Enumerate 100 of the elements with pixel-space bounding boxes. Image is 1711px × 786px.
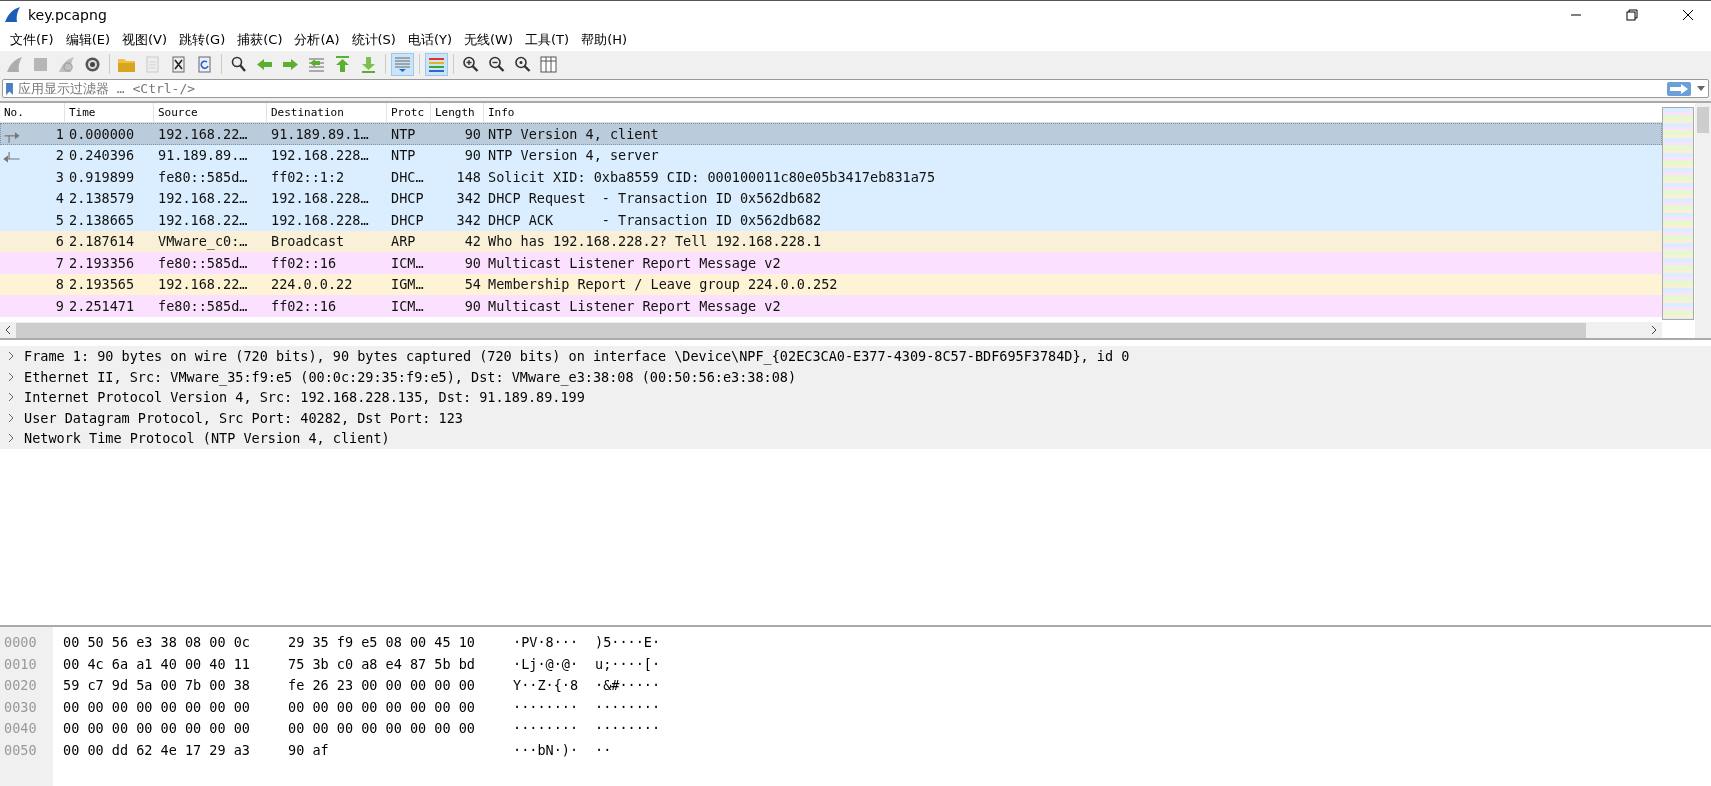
packet-row[interactable]: 4 2.138579 192.168.22… 192.168.228… DHCP 342 DHCP Request - Transaction ID 0x562db682 [0, 187, 1662, 209]
menu-item[interactable]: 帮助(H) [575, 31, 634, 49]
packet-row[interactable]: 2 0.240396 91.189.89.… 192.168.228… NTP 90 NTP Version 4, server [0, 144, 1662, 166]
table-cell-text: NTP Version 4, server [487, 147, 660, 164]
autoscroll-icon [393, 54, 412, 74]
table-cell-text: 2.138579 [68, 190, 136, 207]
expand-icon[interactable] [7, 412, 15, 423]
scroll-right-icon[interactable] [1651, 325, 1657, 335]
menu-item[interactable]: 工具(T) [519, 31, 576, 49]
menu-item[interactable]: 统计(S) [345, 31, 402, 49]
reload-icon [195, 54, 214, 74]
table-cell-text: 192.168.228… [270, 190, 370, 207]
table-cell-text: 90 [463, 125, 482, 142]
menu-item[interactable]: 文件(F) [4, 31, 60, 49]
table-cell-text: Membership Report / Leave group 224.0.0.252 [487, 276, 839, 293]
column-header[interactable]: Time [65, 103, 154, 122]
packet-minimap[interactable] [1662, 107, 1694, 320]
table-cell: 7 [55, 254, 64, 271]
menu-item[interactable]: 编辑(E) [59, 31, 116, 49]
column-header[interactable]: Length [431, 103, 484, 122]
tree-item[interactable]: Network Time Protocol (NTP Version 4, client) [0, 428, 1711, 449]
table-cell: 9 [55, 297, 64, 314]
close-icon [1682, 9, 1694, 21]
dropdown-caret-icon[interactable] [1697, 86, 1705, 91]
horizontal-scrollbar[interactable] [0, 322, 1662, 338]
table-cell-text: 192.168.22… [157, 276, 249, 293]
table-cell-text: Who has 192.168.228.2? Tell 192.168.228.1 [487, 233, 823, 250]
table-cell-text: DHCP [390, 211, 425, 228]
table-cell-text: DHCP [390, 190, 425, 207]
search-icon [229, 54, 248, 74]
packet-row[interactable]: 7 2.193356 fe80::585d… ff02::16 ICM… 90 Multicast Listener Report Message v2 [0, 252, 1662, 274]
hex-bytes: 00 50 56 e3 38 08 00 0c [63, 633, 251, 652]
menu-item[interactable]: 跳转(G) [173, 31, 232, 49]
table-cell-text: 192.168.22… [157, 190, 249, 207]
table-cell-text: 192.168.228… [270, 211, 370, 228]
tree-item[interactable]: Frame 1: 90 bytes on wire (720 bits), 90 bytes captured (720 bits) on interface \Device\NPF_{02EC3CA0-E377-4309-8C57-BDF695F3784D}, id 0 [0, 346, 1711, 367]
scroll-left-icon[interactable] [5, 325, 11, 335]
tree-item[interactable]: Internet Protocol Version 4, Src: 192.168.228.135, Dst: 91.189.89.199 [0, 387, 1711, 408]
column-header[interactable]: No. [0, 103, 65, 122]
column-header[interactable]: Source [154, 103, 267, 122]
hex-bytes: 00 00 00 00 00 00 00 00 [63, 697, 251, 717]
expand-icon[interactable] [7, 371, 15, 382]
hex-bytes: 75 3b c0 a8 e4 87 5b bd [288, 654, 476, 674]
offset-label: 0040 [3, 719, 38, 738]
ascii-text: ·&#····· [595, 676, 662, 695]
table-cell-text: NTP [390, 147, 417, 164]
filter-field[interactable]: 应用显示过滤器 … <Ctrl-/> [2, 79, 1709, 98]
table-cell-text: DHCP Request - Transaction ID 0x562db682 [487, 190, 823, 207]
hex-bytes: 29 35 f9 e5 08 00 45 10 [288, 633, 476, 652]
vertical-scrollbar[interactable] [1695, 103, 1711, 338]
apply-filter-button[interactable] [1667, 81, 1691, 96]
table-cell-text: VMware_c0:… [157, 233, 249, 250]
table-cell-text: 91.189.89.… [157, 147, 249, 164]
table-cell-text: 224.0.0.22 [270, 276, 354, 293]
colorize-button[interactable] [425, 52, 448, 76]
table-cell-text: 0.240396 [68, 147, 136, 164]
hex-bytes: 59 c7 9d 5a 00 7b 00 38 [63, 676, 251, 695]
table-cell-text: 192.168.22… [157, 125, 249, 142]
packet-row[interactable]: 5 2.138665 192.168.22… 192.168.228… DHCP 342 DHCP ACK - Transaction ID 0x562db682 [0, 209, 1662, 231]
shark-fin-icon [4, 6, 22, 24]
table-cell-text: 2.251471 [68, 297, 136, 314]
down-arrow-icon [359, 54, 378, 74]
tree-item[interactable]: Ethernet II, Src: VMware_35:f9:e5 (00:0c:29:35:f9:e5), Dst: VMware_e3:38:08 (00:50:56:e3:38:08) [0, 366, 1711, 387]
packet-row[interactable]: 9 2.251471 fe80::585d… ff02::16 ICM… 90 Multicast Listener Report Message v2 [0, 295, 1662, 317]
table-cell-text: 192.168.228… [270, 147, 370, 164]
column-header[interactable]: Destination [267, 103, 387, 122]
table-cell-text: 342 [455, 211, 482, 228]
expand-icon[interactable] [7, 392, 15, 403]
hex-bytes: fe 26 23 00 00 00 00 00 [288, 676, 476, 695]
expand-icon[interactable] [7, 433, 15, 444]
packet-row[interactable]: 6 2.187614 VMware_c0:… Broadcast ARP 42 Who has 192.168.228.2? Tell 192.168.228.1 [0, 230, 1662, 252]
offset-label: 0050 [3, 740, 38, 760]
table-cell-text: 2.138665 [68, 211, 136, 228]
bookmark-icon [6, 82, 13, 95]
packet-row[interactable]: 1 0.000000 192.168.22… 91.189.89.1… NTP 90 NTP Version 4, client [0, 123, 1662, 145]
table-cell-text: ICM… [390, 254, 425, 271]
table-cell-text: ff02::16 [270, 254, 338, 271]
table-cell-text: ff02::1:2 [270, 168, 346, 185]
ascii-text: )5····E· [595, 633, 662, 652]
close-file-icon [169, 54, 188, 74]
up-arrow-icon [333, 54, 352, 74]
shark-fin-icon [5, 54, 24, 74]
table-cell: 1 [55, 125, 64, 142]
tree-item[interactable]: User Datagram Protocol, Src Port: 40282, Dst Port: 123 [0, 407, 1711, 428]
resize-columns-icon [539, 54, 558, 74]
menu-item[interactable]: 分析(A) [288, 31, 346, 49]
menu-item[interactable]: 视图(V) [116, 31, 174, 49]
packet-row[interactable]: 8 2.193565 192.168.22… 224.0.0.22 IGM… 54 Membership Report / Leave group 224.0.0.252 [0, 273, 1662, 295]
table-cell-text: 192.168.22… [157, 211, 249, 228]
table-cell-text: 42 [463, 233, 482, 250]
menu-item[interactable]: 捕获(C) [231, 31, 289, 49]
expand-icon[interactable] [7, 351, 15, 362]
table-cell-text: DHCP ACK - Transaction ID 0x562db682 [487, 211, 823, 228]
table-cell-text: 91.189.89.1… [270, 125, 370, 142]
column-header[interactable]: Info [484, 103, 1662, 122]
menu-item[interactable]: 电话(Y) [401, 31, 459, 49]
menu-item[interactable]: 无线(W) [458, 31, 520, 49]
autoscroll-button[interactable] [391, 52, 414, 76]
column-header[interactable]: Protc [387, 103, 431, 122]
packet-row[interactable]: 3 0.919899 fe80::585d… ff02::1:2 DHC… 148 Solicit XID: 0xba8559 CID: 000100011c80e05b3417eb831a75 [0, 166, 1662, 188]
